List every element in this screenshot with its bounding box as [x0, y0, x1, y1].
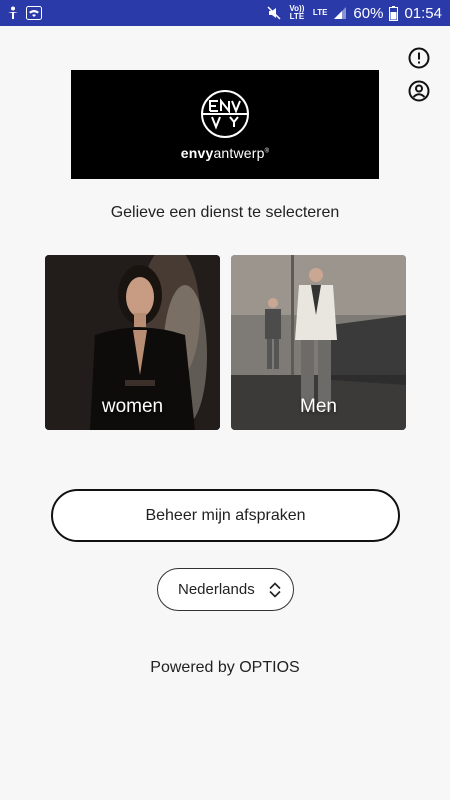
- brand-logo: envyantwerp®: [71, 70, 379, 179]
- battery-icon: [389, 5, 399, 21]
- volte-indicator: Vo)) LTE: [289, 4, 305, 21]
- brand-bold: envy: [180, 144, 214, 161]
- account-circle-icon[interactable]: [407, 79, 431, 103]
- status-right: Vo)) LTE LTE 60% 01:54: [267, 5, 442, 22]
- manage-appointments-button[interactable]: Beheer mijn afspraken: [51, 489, 400, 542]
- select-service-prompt: Gelieve een dienst te selecteren: [110, 204, 340, 221]
- brand-wordmark: envyantwerp®: [181, 145, 270, 161]
- service-label-women: women: [101, 396, 164, 417]
- status-bar: Vo)) LTE LTE 60% 01:54: [0, 0, 450, 26]
- wifi-icon: [26, 6, 42, 20]
- language-select[interactable]: Nederlands: [157, 568, 294, 611]
- brand-light: antwerp: [213, 144, 265, 161]
- alert-circle-icon[interactable]: [407, 46, 431, 70]
- powered-by-text: Powered by OPTIOS: [150, 659, 300, 676]
- service-label-men: Men: [300, 396, 337, 417]
- lte-indicator: LTE: [312, 8, 328, 17]
- updown-chevron-icon: [269, 581, 281, 598]
- status-time: 01:54: [404, 4, 442, 22]
- status-left: [6, 6, 42, 20]
- signal-icon: [333, 6, 347, 20]
- brand-monogram-icon: [201, 89, 249, 138]
- service-card-men[interactable]: Men: [231, 255, 406, 430]
- service-card-women[interactable]: women: [45, 255, 220, 430]
- battery-percent: 60%: [353, 4, 384, 22]
- brand-mark: ®: [264, 147, 270, 154]
- language-selected: Nederlands: [178, 581, 255, 598]
- mute-icon: [267, 6, 281, 20]
- accessibility-icon: [6, 6, 20, 20]
